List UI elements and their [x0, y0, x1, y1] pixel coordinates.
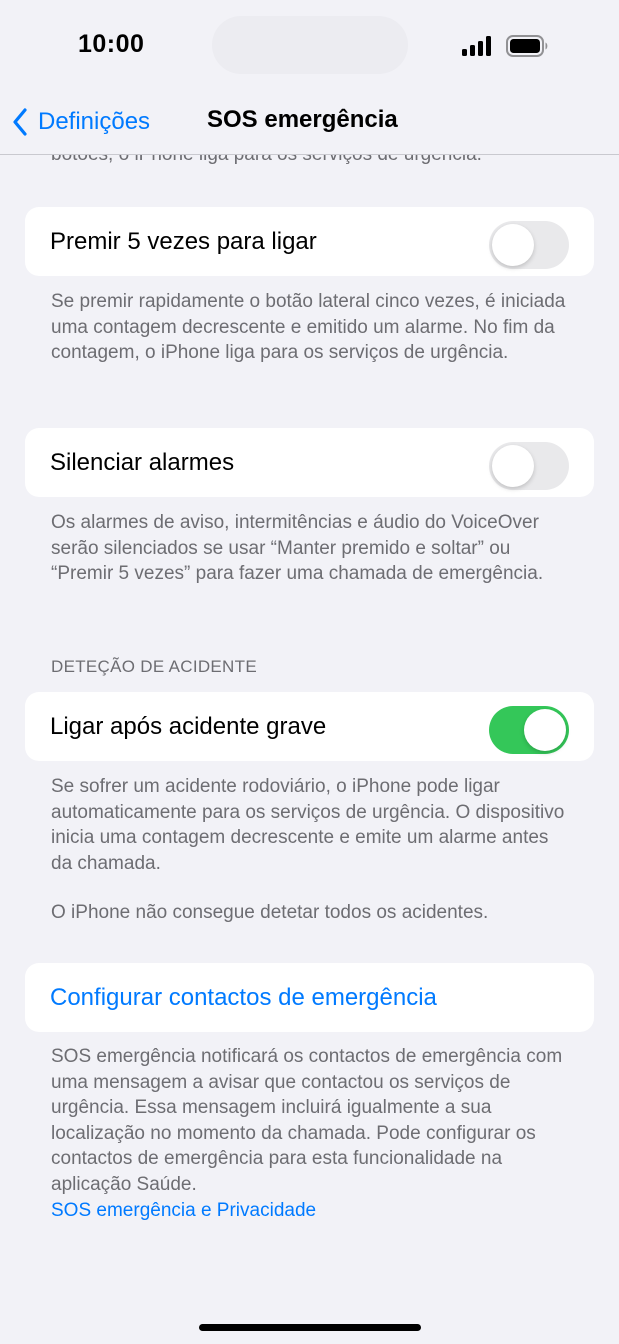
press5-footnote: Se premir rapidamente o botão lateral ci…: [51, 291, 566, 364]
crash-footnote: Se sofrer um acidente rodoviário, o iPho…: [51, 776, 565, 874]
battery-icon: [506, 35, 548, 57]
navigation-bar: Definições SOS emergência: [0, 90, 619, 155]
silence-alarms-toggle[interactable]: [489, 442, 569, 490]
clipped-footnote: botões, o iPhone liga para os serviços d…: [51, 155, 482, 167]
setup-contacts-card: Configurar contactos de emergência: [25, 963, 594, 1032]
crash-card: Ligar após acidente grave: [25, 692, 594, 761]
silence-alarms-label: Silenciar alarmes: [50, 448, 235, 476]
setup-emergency-contacts-link[interactable]: Configurar contactos de emergência: [50, 984, 437, 1012]
chevron-left-icon: [13, 108, 27, 136]
back-button[interactable]: Definições: [12, 104, 150, 140]
toggle-knob: [492, 445, 534, 487]
settings-scroll-area[interactable]: botões, o iPhone liga para os serviços d…: [0, 155, 619, 1344]
cellular-signal-icon: [462, 36, 491, 56]
home-indicator[interactable]: [199, 1324, 421, 1331]
contacts-footnote: SOS emergência notificará os contactos d…: [51, 1046, 563, 1195]
dynamic-island: [212, 16, 408, 74]
crash-footnote-secondary: O iPhone não consegue detetar todos os a…: [51, 902, 489, 923]
press5-toggle[interactable]: [489, 221, 569, 269]
press5-card: Premir 5 vezes para ligar: [25, 207, 594, 276]
privacy-link[interactable]: SOS emergência e Privacidade: [51, 1198, 571, 1224]
page-title: SOS emergência: [207, 106, 398, 133]
status-time: 10:00: [78, 30, 145, 58]
silence-footnote: Os alarmes de aviso, intermitências e áu…: [51, 512, 544, 585]
toggle-knob: [492, 224, 534, 266]
crash-call-label: Ligar após acidente grave: [50, 712, 327, 740]
contacts-footnote-block: SOS emergência notificará os contactos d…: [51, 1044, 571, 1223]
crash-detection-header: DETEÇÃO DE ACIDENTE: [51, 657, 257, 676]
back-button-label: Definições: [38, 108, 151, 135]
crash-call-toggle[interactable]: [489, 706, 569, 754]
silence-card: Silenciar alarmes: [25, 428, 594, 497]
toggle-knob: [524, 709, 566, 751]
press5-label: Premir 5 vezes para ligar: [50, 227, 317, 255]
status-bar: 10:00: [0, 0, 619, 90]
